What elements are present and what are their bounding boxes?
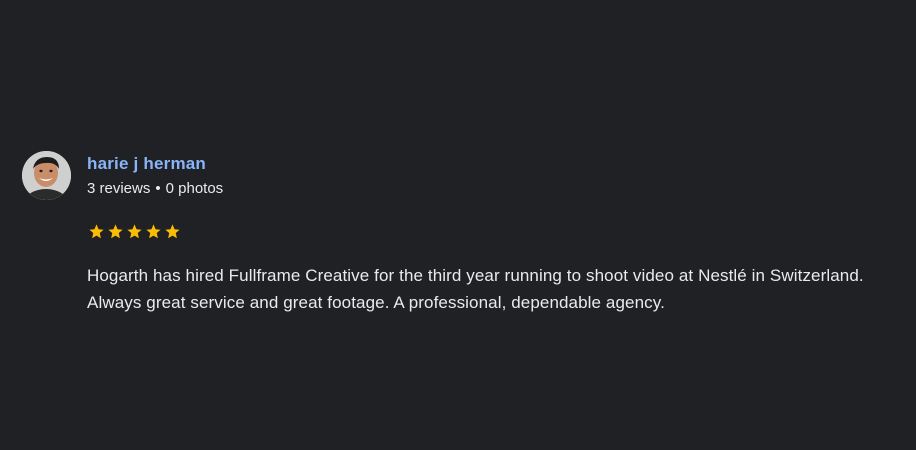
author-meta: 3 reviews • 0 photos — [87, 180, 223, 197]
star-icon — [126, 223, 143, 243]
review-card: harie j herman 3 reviews • 0 photos Hogart… — [0, 0, 916, 450]
star-rating — [88, 223, 181, 243]
author-name[interactable]: harie j herman — [87, 154, 206, 174]
reviews-count: 3 reviews — [87, 180, 151, 197]
star-icon — [88, 223, 105, 243]
avatar-image — [22, 151, 71, 200]
photos-count: 0 photos — [165, 180, 224, 197]
author-avatar[interactable] — [22, 151, 71, 200]
star-icon — [164, 223, 181, 243]
review-text: Hogarth has hired Fullframe Creative for… — [87, 266, 864, 312]
star-icon — [145, 223, 162, 243]
meta-separator: • — [155, 180, 161, 197]
star-icon — [107, 223, 124, 243]
